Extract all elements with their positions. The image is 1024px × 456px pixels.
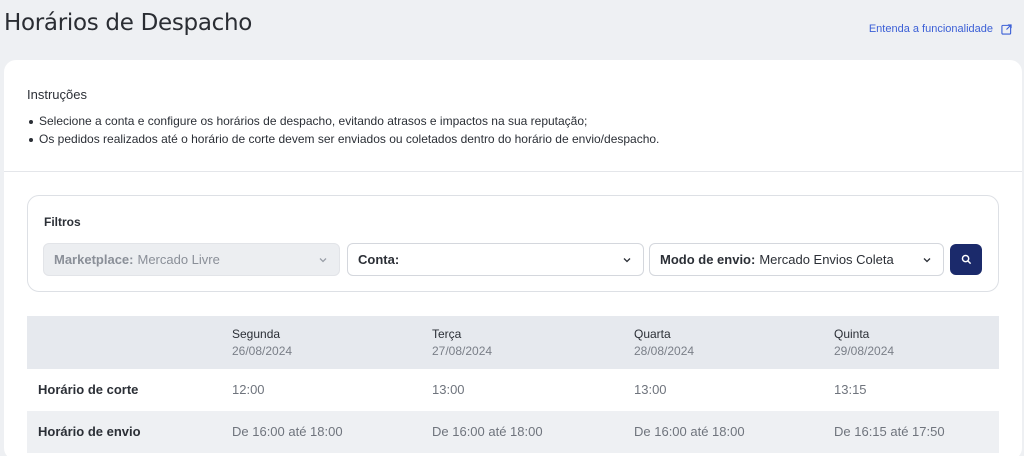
marketplace-select: Marketplace: Mercado Livre xyxy=(43,243,340,276)
chevron-down-icon xyxy=(319,258,327,263)
chevron-down-icon xyxy=(923,258,931,263)
shipping-window: De 16:00 até 18:00 xyxy=(432,424,543,439)
instructions-title: Instruções xyxy=(27,87,87,102)
filters-title: Filtros xyxy=(44,215,81,229)
day-header: Quinta 29/08/2024 xyxy=(834,316,999,369)
row-label: Horário de corte xyxy=(38,382,139,397)
day-date: 27/08/2024 xyxy=(432,344,493,358)
page-title: Horários de Despacho xyxy=(4,10,253,36)
modo-envio-select-label: Modo de envio: xyxy=(660,252,756,267)
chevron-down-icon xyxy=(623,258,631,263)
search-button[interactable] xyxy=(950,244,982,275)
conta-select-label: Conta: xyxy=(358,252,400,267)
search-icon xyxy=(961,254,971,265)
help-link-label: Entenda a funcionalidade xyxy=(868,23,993,35)
table-row: Horário de envio De 16:00 até 18:00 De 1… xyxy=(27,411,999,453)
day-name: Quinta xyxy=(834,327,870,341)
instruction-item: Selecione a conta e configure os horário… xyxy=(27,112,659,130)
main-card: Instruções Selecione a conta e configure… xyxy=(4,60,1022,456)
day-header: Terça 27/08/2024 xyxy=(432,316,634,369)
header-empty-cell xyxy=(27,316,232,369)
cutoff-time: 13:15 xyxy=(834,382,867,397)
day-header: Quarta 28/08/2024 xyxy=(634,316,834,369)
help-link[interactable]: Entenda a funcionalidade xyxy=(869,23,1012,35)
conta-select[interactable]: Conta: xyxy=(347,243,644,276)
day-name: Terça xyxy=(432,327,462,341)
modo-envio-select[interactable]: Modo de envio: Mercado Envios Coleta xyxy=(649,243,944,276)
instructions-list: Selecione a conta e configure os horário… xyxy=(27,112,659,148)
table-row: Horário de corte 12:00 13:00 13:00 13:15 xyxy=(27,369,999,411)
table-header: Segunda 26/08/2024 Terça 27/08/2024 Quar… xyxy=(27,316,999,369)
filters-panel: Filtros Marketplace: Mercado Livre Conta… xyxy=(27,195,999,292)
cutoff-time: 13:00 xyxy=(432,382,465,397)
marketplace-select-value: Mercado Livre xyxy=(137,252,220,267)
day-date: 26/08/2024 xyxy=(232,344,293,358)
cutoff-time: 13:00 xyxy=(634,382,667,397)
marketplace-select-label: Marketplace: xyxy=(54,252,134,267)
modo-envio-select-value: Mercado Envios Coleta xyxy=(759,252,894,267)
cutoff-time: 12:00 xyxy=(232,382,265,397)
instruction-item: Os pedidos realizados até o horário de c… xyxy=(27,130,659,148)
day-header: Segunda 26/08/2024 xyxy=(232,316,432,369)
day-date: 29/08/2024 xyxy=(834,344,895,358)
instructions-section: Instruções Selecione a conta e configure… xyxy=(27,87,659,148)
shipping-window: De 16:00 até 18:00 xyxy=(232,424,343,439)
divider xyxy=(4,171,1022,172)
shipping-window: De 16:00 até 18:00 xyxy=(634,424,745,439)
shipping-window: De 16:15 até 17:50 xyxy=(834,424,945,439)
external-link-icon xyxy=(1001,23,1012,35)
day-name: Segunda xyxy=(232,327,281,341)
day-date: 28/08/2024 xyxy=(634,344,695,358)
day-name: Quarta xyxy=(634,327,671,341)
row-label: Horário de envio xyxy=(38,424,141,439)
schedule-table: Segunda 26/08/2024 Terça 27/08/2024 Quar… xyxy=(27,316,999,453)
